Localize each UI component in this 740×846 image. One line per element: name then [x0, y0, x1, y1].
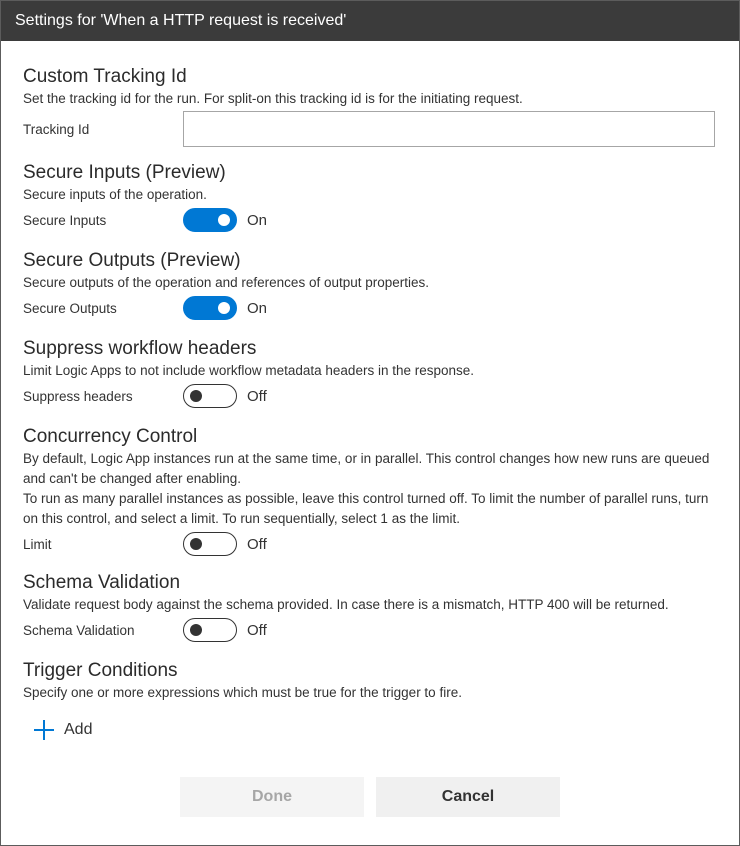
concurrency-state: Off	[247, 535, 267, 553]
secure-inputs-title: Secure Inputs (Preview)	[23, 162, 226, 183]
secure-inputs-toggle[interactable]	[183, 208, 237, 232]
suppress-headers-label: Suppress headers	[23, 388, 133, 404]
schema-validation-state: Off	[247, 621, 267, 639]
trigger-conditions-description: Specify one or more expressions which mu…	[23, 685, 462, 700]
secure-outputs-row: Secure Outputs On	[23, 293, 717, 323]
concurrency-toggle[interactable]	[183, 532, 237, 556]
trigger-conditions-section: Trigger Conditions Specify one or more e…	[23, 659, 717, 743]
cancel-button[interactable]: Cancel	[376, 777, 560, 817]
secure-outputs-title: Secure Outputs (Preview)	[23, 250, 241, 271]
suppress-headers-section: Suppress workflow headers Limit Logic Ap…	[23, 337, 717, 425]
tracking-id-input[interactable]	[183, 111, 715, 147]
schema-validation-section: Schema Validation Validate request body …	[23, 571, 717, 659]
concurrency-label: Limit	[23, 536, 52, 552]
tracking-title: Custom Tracking Id	[23, 66, 187, 87]
toggle-knob	[218, 214, 230, 226]
plus-icon	[33, 719, 55, 741]
schema-validation-description: Validate request body against the schema…	[23, 597, 669, 612]
concurrency-section: Concurrency Control By default, Logic Ap…	[23, 425, 717, 571]
done-button[interactable]: Done	[180, 777, 364, 817]
schema-validation-row: Schema Validation Off	[23, 615, 717, 645]
concurrency-title: Concurrency Control	[23, 426, 198, 447]
tracking-description: Set the tracking id for the run. For spl…	[23, 91, 523, 106]
concurrency-description-2: To run as many parallel instances as pos…	[23, 491, 709, 526]
concurrency-row: Limit Off	[23, 529, 717, 559]
schema-validation-label: Schema Validation	[23, 622, 135, 638]
add-condition-label: Add	[64, 721, 93, 738]
dialog-footer: Done Cancel	[1, 777, 739, 817]
toggle-knob	[190, 624, 202, 636]
secure-inputs-label: Secure Inputs	[23, 212, 107, 228]
settings-dialog: Settings for 'When a HTTP request is rec…	[0, 0, 740, 846]
toggle-knob	[218, 302, 230, 314]
tracking-label: Tracking Id	[23, 121, 90, 137]
suppress-headers-row: Suppress headers Off	[23, 381, 717, 411]
secure-inputs-row: Secure Inputs On	[23, 205, 717, 235]
settings-content: Custom Tracking Id Set the tracking id f…	[1, 41, 739, 743]
schema-validation-toggle[interactable]	[183, 618, 237, 642]
secure-outputs-section: Secure Outputs (Preview) Secure outputs …	[23, 249, 717, 337]
suppress-headers-description: Limit Logic Apps to not include workflow…	[23, 363, 475, 378]
toggle-knob	[190, 538, 202, 550]
trigger-conditions-title: Trigger Conditions	[23, 660, 178, 681]
tracking-row: Tracking Id	[23, 109, 717, 149]
secure-outputs-description: Secure outputs of the operation and refe…	[23, 275, 430, 290]
secure-outputs-state: On	[247, 299, 268, 317]
secure-outputs-label: Secure Outputs	[23, 300, 117, 316]
secure-inputs-section: Secure Inputs (Preview) Secure inputs of…	[23, 161, 717, 249]
suppress-headers-toggle[interactable]	[183, 384, 237, 408]
dialog-title: Settings for 'When a HTTP request is rec…	[1, 1, 739, 41]
secure-inputs-state: On	[247, 211, 268, 229]
schema-validation-title: Schema Validation	[23, 572, 181, 593]
add-condition-button[interactable]: Add	[33, 717, 113, 743]
toggle-knob	[190, 390, 202, 402]
tracking-section: Custom Tracking Id Set the tracking id f…	[23, 65, 717, 161]
secure-outputs-toggle[interactable]	[183, 296, 237, 320]
secure-inputs-description: Secure inputs of the operation.	[23, 187, 207, 202]
concurrency-description-1: By default, Logic App instances run at t…	[23, 451, 710, 486]
suppress-headers-state: Off	[247, 387, 267, 405]
suppress-headers-title: Suppress workflow headers	[23, 338, 257, 359]
